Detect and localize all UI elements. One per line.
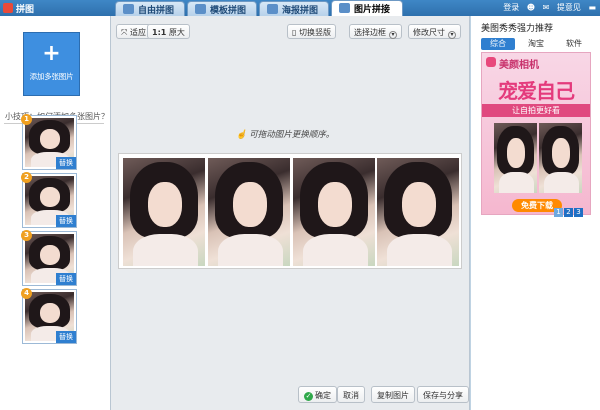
stitched-photo-4[interactable] xyxy=(377,158,459,266)
orientation-icon: ▯ xyxy=(292,28,297,37)
thumbnail-1[interactable]: 1 替换 xyxy=(21,114,77,170)
fit-icon: ⤧ xyxy=(121,28,128,37)
thumbnail-3[interactable]: 3 替换 xyxy=(21,230,77,286)
chevron-down-icon: ▾ xyxy=(448,31,456,39)
save-label: 保存与分享 xyxy=(423,391,463,400)
resize-dropdown[interactable]: 修改尺寸 ▾ xyxy=(408,24,461,39)
title-bar: 拼图 自由拼图 模板拼图 海报拼图 图片拼接 登录 ☻ ✉ 提意见 ▬ xyxy=(0,0,600,16)
promo-tab-software[interactable]: 软件 xyxy=(557,38,591,50)
stitched-photo-2[interactable] xyxy=(208,158,290,266)
plus-icon: + xyxy=(42,41,61,66)
app-title: 拼图 xyxy=(16,5,35,15)
tab-poster-collage[interactable]: 海报拼图 xyxy=(259,1,329,16)
resize-label: 修改尺寸 xyxy=(413,28,445,37)
swap-button[interactable]: 替换 xyxy=(56,215,76,227)
poster-collage-icon xyxy=(267,4,278,14)
chevron-down-icon: ▾ xyxy=(389,31,397,39)
check-icon: ✓ xyxy=(304,392,313,401)
select-border-dropdown[interactable]: 选择边框 ▾ xyxy=(349,24,402,39)
fit-button[interactable]: ⤧ 适应 xyxy=(116,24,151,39)
swap-button[interactable]: 替换 xyxy=(56,157,76,169)
feedback-icon[interactable]: ✉ xyxy=(543,3,550,12)
titlebar-actions: 登录 ☻ ✉ 提意见 ▬ xyxy=(498,2,596,13)
add-multiple-images-button[interactable]: + 添加多张图片 xyxy=(23,32,80,96)
tab-label: 海报拼图 xyxy=(282,6,319,16)
actual-size-label: 原大 xyxy=(168,28,185,37)
tab-template-collage[interactable]: 模板拼图 xyxy=(187,1,257,16)
copy-image-button[interactable]: 复制图片 xyxy=(371,386,415,403)
hand-icon: ☝ xyxy=(236,130,247,140)
thumbnail-4[interactable]: 4 替换 xyxy=(21,288,77,344)
ok-label: 确定 xyxy=(315,391,331,400)
free-collage-icon xyxy=(123,4,134,14)
orientation-label: 切换竖版 xyxy=(298,28,331,37)
ad-page-2[interactable]: 2 xyxy=(564,208,573,217)
user-icon[interactable]: ☻ xyxy=(527,3,535,12)
drag-hint: ☝ 可拖动图片更换顺序。 xyxy=(236,128,334,140)
ad-pager: 123 xyxy=(553,208,583,217)
ad-portrait-2 xyxy=(539,123,582,193)
thumbnail-index-badge: 2 xyxy=(21,172,32,183)
save-share-button[interactable]: 保存与分享 xyxy=(417,386,469,403)
cancel-label: 取消 xyxy=(343,391,359,400)
ok-button[interactable]: ✓ 确定 xyxy=(298,386,337,403)
promo-tab-general[interactable]: 综合 xyxy=(481,38,515,50)
left-panel: + 添加多张图片 小技巧：如何添加多张图片？ 1 替换 2 替换 3 替换 4 … xyxy=(0,16,110,410)
beauty-camera-logo-icon xyxy=(486,57,496,67)
ad-headline: 宠爱自己 xyxy=(498,79,575,103)
ad-subline: 让自拍更好看 xyxy=(482,104,590,117)
login-link[interactable]: 登录 xyxy=(503,3,519,12)
ad-page-1[interactable]: 1 xyxy=(554,208,563,217)
add-button-label: 添加多张图片 xyxy=(29,72,74,81)
toggle-orientation-button[interactable]: ▯ 切换竖版 xyxy=(287,24,336,39)
tab-image-stitch[interactable]: 图片拼接 xyxy=(331,0,403,16)
feedback-link[interactable]: 提意见 xyxy=(557,3,581,12)
ad-brand: 美颜相机 xyxy=(499,60,539,71)
stitched-photo-1[interactable] xyxy=(123,158,205,266)
tab-free-collage[interactable]: 自由拼图 xyxy=(115,1,185,16)
right-panel: 美图秀秀强力推荐 综合 淘宝 软件 美颜相机 宠爱自己 让自拍更好看 免费下载 … xyxy=(471,16,600,410)
border-label: 选择边框 xyxy=(354,28,386,37)
hint-text: 可拖动图片更换顺序。 xyxy=(249,130,335,140)
cancel-button[interactable]: 取消 xyxy=(337,386,365,403)
fit-label: 适应 xyxy=(129,28,146,37)
swap-button[interactable]: 替换 xyxy=(56,331,76,343)
ad-portrait-1 xyxy=(494,123,537,193)
ad-banner[interactable]: 美颜相机 宠爱自己 让自拍更好看 免费下载 xyxy=(481,52,591,215)
template-collage-icon xyxy=(195,4,206,14)
actual-size-button[interactable]: 1:1 原大 xyxy=(147,24,190,39)
promo-title: 美图秀秀强力推荐 xyxy=(481,24,554,34)
tab-label: 模板拼图 xyxy=(210,6,247,16)
stitched-image-strip[interactable] xyxy=(118,153,462,269)
tab-label: 自由拼图 xyxy=(138,6,175,16)
promo-tab-taobao[interactable]: 淘宝 xyxy=(519,38,553,50)
copy-label: 复制图片 xyxy=(377,391,409,400)
app-logo-icon xyxy=(3,3,13,13)
thumbnail-index-badge: 4 xyxy=(21,288,32,299)
thumbnail-index-badge: 1 xyxy=(21,114,32,125)
canvas-area: ⤧ 适应 1:1 原大 ▯ 切换竖版 选择边框 ▾ 修改尺寸 ▾ ☝ 可拖动图片更换… xyxy=(110,16,470,410)
stitched-photo-3[interactable] xyxy=(293,158,375,266)
actual-size-prefix: 1:1 xyxy=(152,28,167,37)
thumbnail-index-badge: 3 xyxy=(21,230,32,241)
image-stitch-icon xyxy=(339,3,350,13)
tab-label: 图片拼接 xyxy=(354,5,391,15)
swap-button[interactable]: 替换 xyxy=(56,273,76,285)
thumbnail-2[interactable]: 2 替换 xyxy=(21,172,77,228)
ad-page-3[interactable]: 3 xyxy=(574,208,583,217)
minimize-icon[interactable]: ▬ xyxy=(588,3,596,12)
